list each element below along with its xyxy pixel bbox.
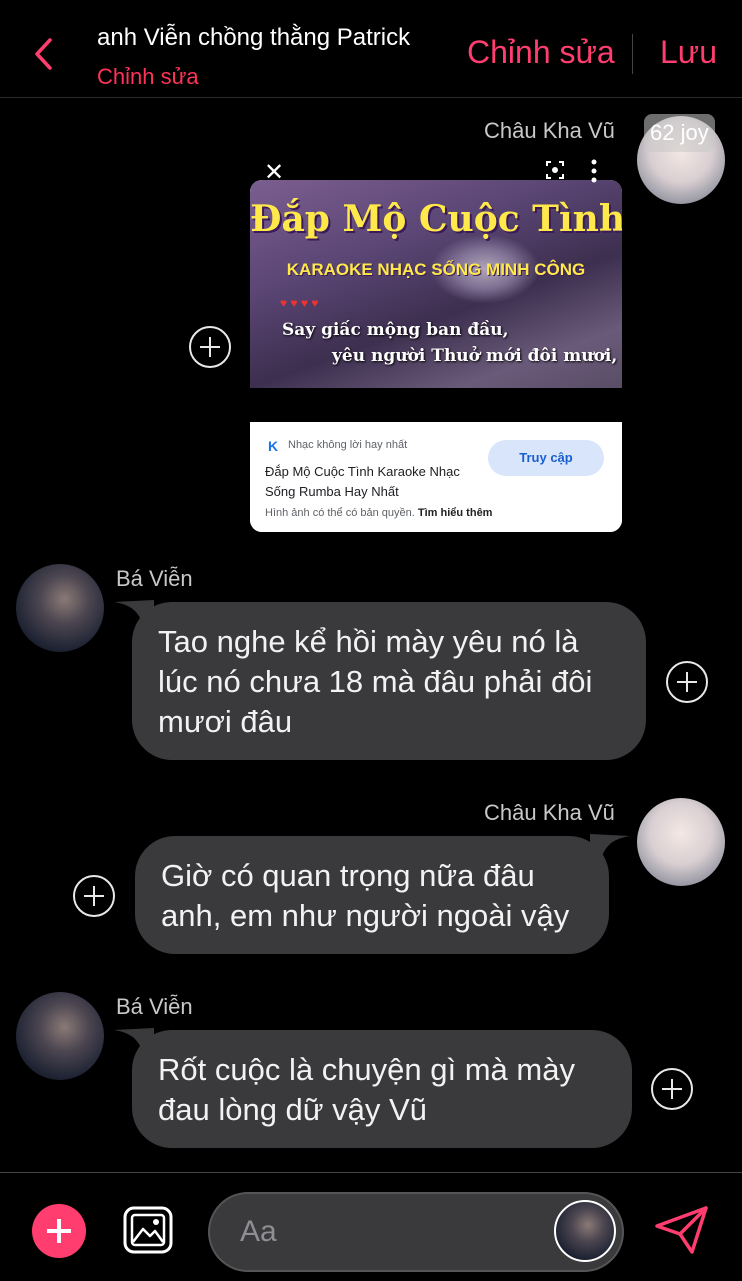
composer-divider (0, 1172, 742, 1173)
message-input[interactable] (240, 1212, 540, 1252)
sender-name: Châu Kha Vũ (484, 118, 615, 143)
header-bar: anh Viễn chồng thằng Patrick Chỉnh sửa C… (0, 0, 742, 98)
plus-circle-icon[interactable] (73, 875, 115, 917)
plus-circle-icon[interactable] (189, 326, 231, 368)
message-composer[interactable] (208, 1192, 624, 1272)
image-card[interactable]: Đắp Mộ Cuộc Tình KARAOKE NHẠC SỐNG MINH … (250, 180, 622, 532)
result-title[interactable]: Đắp Mộ Cuộc Tình Karaoke Nhạc Sống Rumba… (265, 462, 475, 502)
more-options-icon[interactable] (588, 158, 600, 184)
edit-button[interactable]: Chỉnh sửa (467, 34, 615, 71)
plus-circle-icon[interactable] (666, 661, 708, 703)
message-bubble[interactable]: Tao nghe kể hồi mày yêu nó là lúc nó chư… (132, 602, 646, 760)
sender-name: Bá Viễn (116, 566, 193, 591)
reaction-badge: 62 joy (644, 114, 715, 152)
add-button[interactable] (32, 1204, 86, 1258)
visit-button[interactable]: Truy cập (488, 440, 604, 476)
header-divider (632, 34, 633, 74)
message-bubble[interactable]: Giờ có quan trọng nữa đâu anh, em như ng… (135, 836, 609, 954)
thumbnail-subtitle: KARAOKE NHẠC SỐNG MINH CÔNG (286, 260, 586, 279)
copyright-notice: Hình ảnh có thể có bản quyền. Tìm hiểu t… (265, 507, 492, 519)
thumbnail-lyric-line: Say giấc mộng ban đầu, (282, 320, 509, 340)
plus-circle-icon[interactable] (651, 1068, 693, 1110)
sender-name: Bá Viễn (116, 994, 193, 1019)
paper-plane-icon[interactable] (654, 1204, 710, 1256)
copyright-text: Hình ảnh có thể có bản quyền. (265, 507, 415, 519)
avatar[interactable] (16, 992, 104, 1080)
search-result-info: K Nhạc không lời hay nhất Đắp Mộ Cuộc Tì… (250, 422, 622, 532)
thumbnail-footer (250, 388, 622, 422)
lens-icon[interactable] (545, 160, 565, 180)
chevron-left-icon[interactable] (30, 36, 60, 72)
image-icon[interactable] (122, 1205, 174, 1255)
learn-more-link[interactable]: Tìm hiểu thêm (418, 507, 493, 519)
source-logo: K (268, 438, 279, 454)
save-button[interactable]: Lưu (660, 34, 717, 71)
source-name: Nhạc không lời hay nhất (288, 439, 408, 451)
thumbnail-lyric-line: yêu người Thuở mới đôi mươi, (332, 346, 618, 366)
avatar[interactable] (637, 798, 725, 886)
hearts-decoration: ♥ ♥ ♥ ♥ (280, 296, 319, 310)
persona-avatar[interactable] (554, 1200, 616, 1262)
conversation-title: anh Viễn chồng thằng Patrick (97, 24, 411, 51)
avatar[interactable] (16, 564, 104, 652)
thumbnail-title: Đắp Mộ Cuộc Tình (250, 198, 622, 240)
conversation-subtitle[interactable]: Chỉnh sửa (97, 64, 199, 90)
message-bubble[interactable]: Rốt cuộc là chuyện gì mà mày đau lòng dữ… (132, 1030, 632, 1148)
close-icon[interactable]: ✕ (264, 158, 284, 187)
karaoke-thumbnail: Đắp Mộ Cuộc Tình KARAOKE NHẠC SỐNG MINH … (250, 180, 622, 422)
sender-name: Châu Kha Vũ (484, 800, 615, 825)
